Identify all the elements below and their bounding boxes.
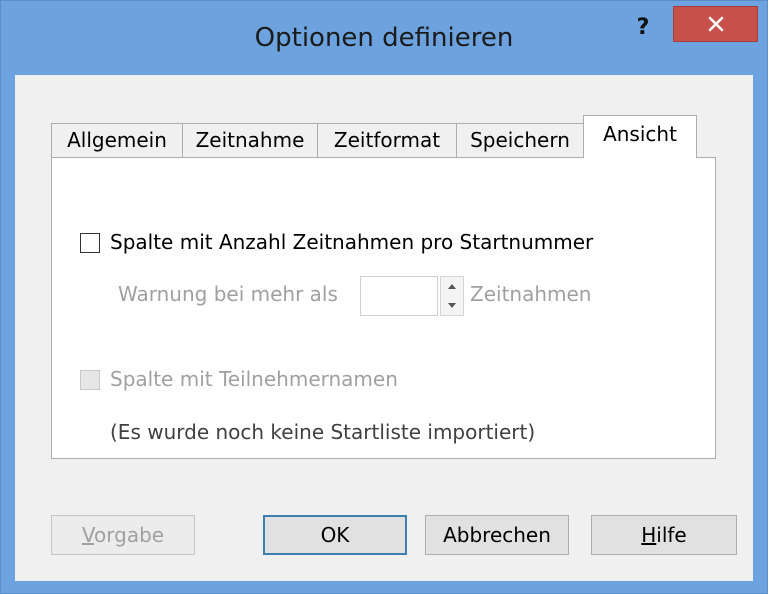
spin-up-icon[interactable] <box>441 277 463 296</box>
tab-allgemein[interactable]: Allgemein <box>51 123 183 157</box>
spin-down-icon[interactable] <box>441 296 463 315</box>
help-button-label: ilfe <box>656 523 687 547</box>
close-button[interactable] <box>673 6 758 42</box>
names-column-label: Spalte mit Teilnehmernamen <box>110 367 398 391</box>
options-dialog: Optionen definieren ? Allgemein Zeitnahm… <box>0 0 768 594</box>
warning-suffix-label: Zeitnahmen <box>470 282 592 306</box>
names-column-checkbox[interactable] <box>80 370 100 390</box>
warning-count-input[interactable] <box>360 276 438 316</box>
cancel-button[interactable]: Abbrechen <box>425 515 569 555</box>
help-button-mnemonic: H <box>641 523 657 547</box>
ansicht-panel: Spalte mit Anzahl Zeitnahmen pro Startnu… <box>51 157 716 459</box>
help-button[interactable]: Hilfe <box>591 515 737 555</box>
tab-zeitformat[interactable]: Zeitformat <box>317 123 457 157</box>
count-column-checkbox[interactable] <box>80 233 100 253</box>
default-button[interactable]: Vorgabe <box>51 515 195 555</box>
default-button-mnemonic: V <box>81 523 95 547</box>
names-column-note: (Es wurde noch keine Startliste importie… <box>110 420 536 444</box>
default-button-label: orgabe <box>94 523 165 547</box>
help-title-button[interactable]: ? <box>621 11 665 45</box>
tab-speichern[interactable]: Speichern <box>456 123 584 157</box>
tab-ansicht[interactable]: Ansicht <box>583 115 697 158</box>
count-column-label[interactable]: Spalte mit Anzahl Zeitnahmen pro Startnu… <box>110 230 593 254</box>
warning-count-spinner[interactable] <box>440 276 464 316</box>
dialog-client-area: Allgemein Zeitnahme Zeitformat Speichern… <box>15 75 753 581</box>
ok-button[interactable]: OK <box>263 515 407 555</box>
warning-prefix-label: Warnung bei mehr als <box>118 282 338 306</box>
close-icon <box>708 16 723 32</box>
tab-zeitnahme[interactable]: Zeitnahme <box>182 123 318 157</box>
title-bar[interactable]: Optionen definieren ? <box>1 1 767 75</box>
